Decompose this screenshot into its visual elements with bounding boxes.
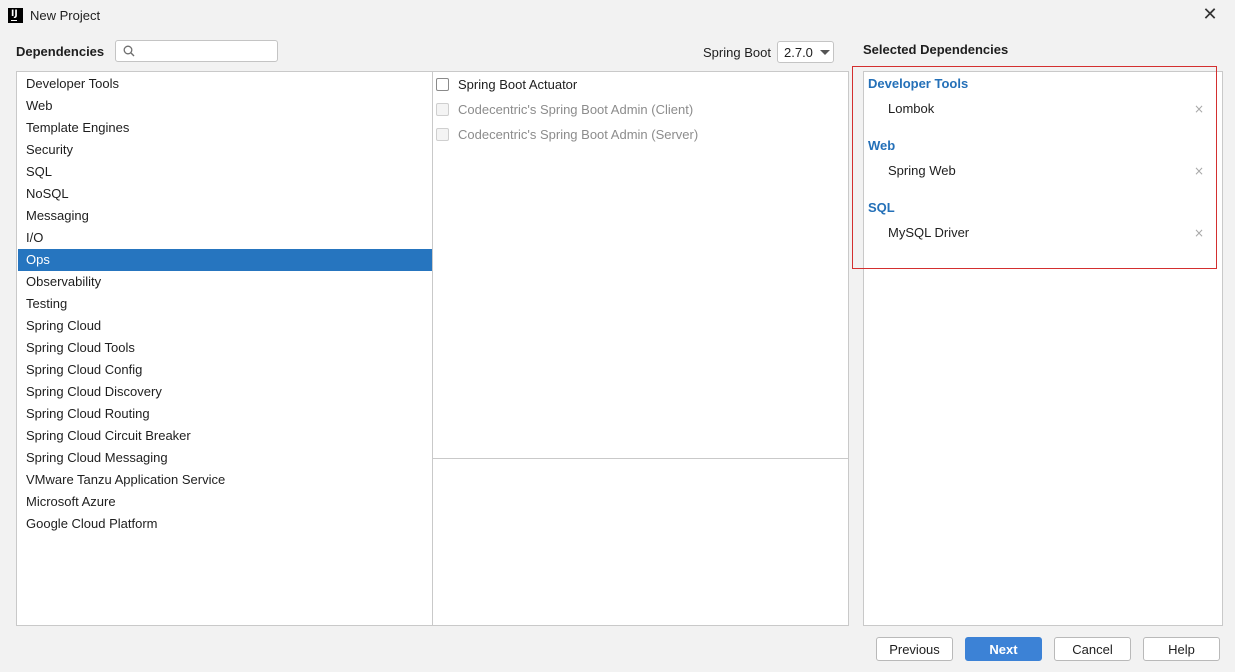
- dependency-checkbox[interactable]: [436, 78, 449, 91]
- category-item[interactable]: Security: [18, 139, 433, 161]
- category-item[interactable]: VMware Tanzu Application Service: [18, 469, 433, 491]
- category-item[interactable]: Spring Cloud Config: [18, 359, 433, 381]
- close-icon[interactable]: ✕: [1199, 6, 1221, 26]
- remove-icon[interactable]: ×: [1194, 102, 1204, 116]
- category-item[interactable]: SQL: [18, 161, 433, 183]
- dependency-options-list: Spring Boot Actuator Codecentric's Spring…: [432, 71, 849, 459]
- dependency-option[interactable]: Codecentric's Spring Boot Admin (Server): [436, 124, 836, 146]
- category-item[interactable]: Spring Cloud Messaging: [18, 447, 433, 469]
- category-item[interactable]: Google Cloud Platform: [18, 513, 433, 535]
- previous-button[interactable]: Previous: [876, 637, 953, 661]
- category-item[interactable]: Spring Cloud Discovery: [18, 381, 433, 403]
- dependency-option-label: Spring Boot Actuator: [458, 77, 578, 92]
- spring-boot-label: Spring Boot: [703, 45, 771, 60]
- dependency-option[interactable]: Codecentric's Spring Boot Admin (Client): [436, 99, 836, 121]
- selected-dependency-item: Spring Web: [888, 163, 956, 178]
- category-item[interactable]: Ops: [18, 249, 433, 271]
- window-title: New Project: [30, 8, 101, 23]
- dependency-option[interactable]: Spring Boot Actuator: [436, 74, 836, 96]
- selected-group-heading: Web: [868, 138, 896, 153]
- search-field[interactable]: [115, 40, 278, 62]
- dependencies-label: Dependencies: [16, 44, 105, 59]
- help-button[interactable]: Help: [1143, 637, 1220, 661]
- dependency-description-panel: [432, 458, 849, 626]
- category-item[interactable]: Spring Cloud Tools: [18, 337, 433, 359]
- new-project-dialog: IJ New Project ✕ Dependencies Spring Boo…: [0, 0, 1235, 672]
- selected-dependencies-title: Selected Dependencies: [863, 42, 1009, 57]
- category-item[interactable]: Spring Cloud Circuit Breaker: [18, 425, 433, 447]
- dependency-checkbox: [436, 103, 449, 116]
- category-item[interactable]: I/O: [18, 227, 433, 249]
- category-item[interactable]: NoSQL: [18, 183, 433, 205]
- category-item[interactable]: Spring Cloud Routing: [18, 403, 433, 425]
- search-icon: [123, 45, 135, 57]
- category-item[interactable]: Messaging: [18, 205, 433, 227]
- dependency-option-label: Codecentric's Spring Boot Admin (Client): [458, 102, 694, 117]
- dependency-checkbox: [436, 128, 449, 141]
- selected-group-heading: Developer Tools: [868, 76, 969, 91]
- remove-icon[interactable]: ×: [1194, 164, 1204, 178]
- selected-dependencies-panel: Developer Tools Lombok × Web Spring Web × SQL M…: [863, 71, 1223, 626]
- category-list: Developer Tools Web Template Engines Securi…: [16, 71, 433, 626]
- remove-icon[interactable]: ×: [1194, 226, 1204, 240]
- chevron-down-icon: [820, 50, 830, 55]
- intellij-logo-icon: IJ: [8, 8, 23, 23]
- category-item[interactable]: Developer Tools: [18, 73, 433, 95]
- spring-boot-version-value: 2.7.0: [784, 45, 813, 60]
- category-item[interactable]: Observability: [18, 271, 433, 293]
- title-bar: IJ New Project ✕: [0, 0, 1235, 32]
- search-input[interactable]: [140, 43, 272, 59]
- category-item[interactable]: Spring Cloud: [18, 315, 433, 337]
- category-item[interactable]: Web: [18, 95, 433, 117]
- category-item[interactable]: Template Engines: [18, 117, 433, 139]
- category-item[interactable]: Testing: [18, 293, 433, 315]
- dependency-option-label: Codecentric's Spring Boot Admin (Server): [458, 127, 699, 142]
- selected-dependency-item: Lombok: [888, 101, 935, 116]
- selected-dependency-item: MySQL Driver: [888, 225, 970, 240]
- cancel-button[interactable]: Cancel: [1054, 637, 1131, 661]
- spring-boot-version-select[interactable]: 2.7.0: [777, 41, 834, 63]
- category-item[interactable]: Microsoft Azure: [18, 491, 433, 513]
- next-button[interactable]: Next: [965, 637, 1042, 661]
- selected-group-heading: SQL: [868, 200, 895, 215]
